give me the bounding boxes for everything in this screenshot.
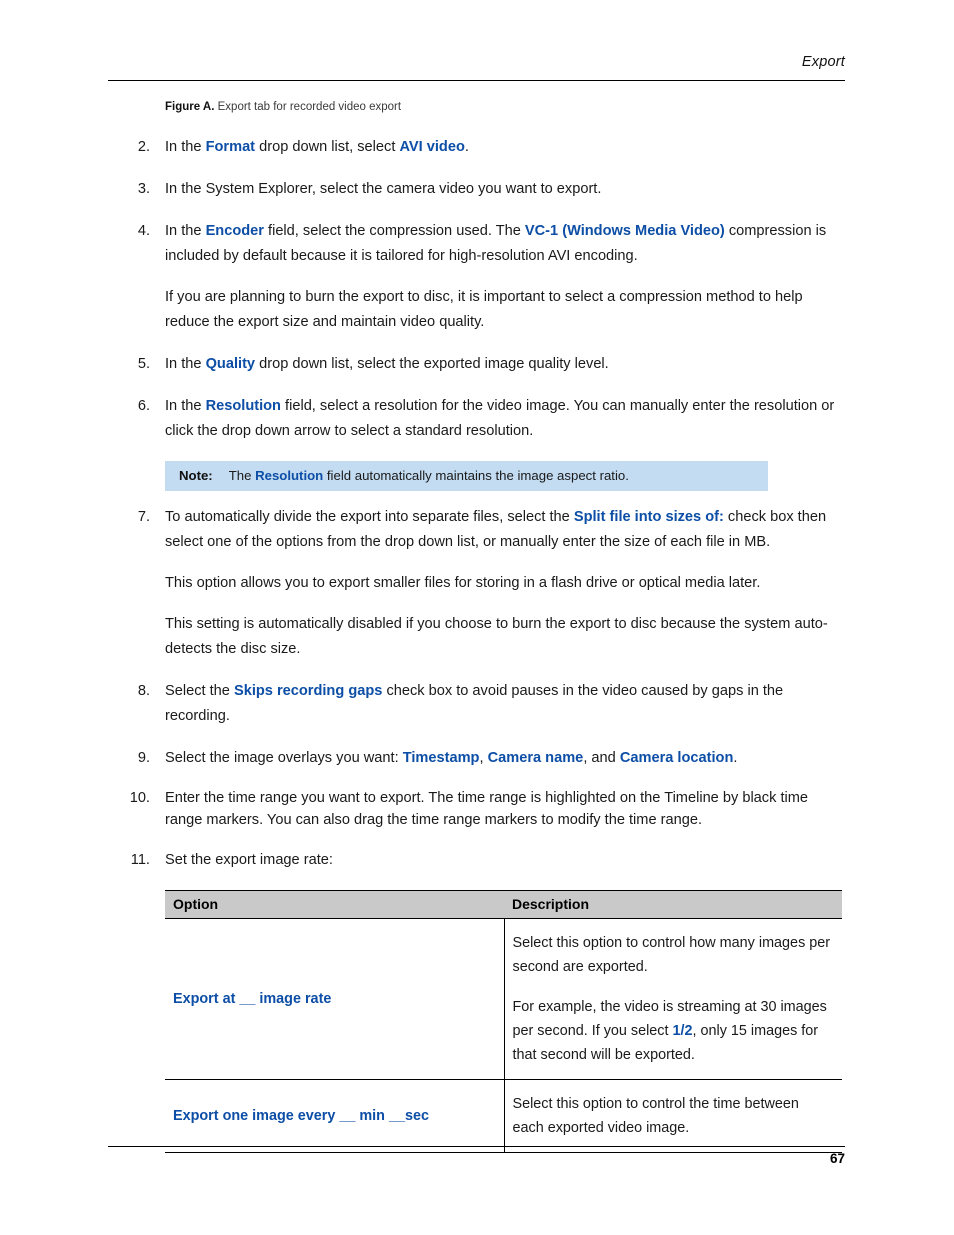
step-number: 9. (137, 750, 150, 766)
ui-term-format: Format (205, 139, 256, 155)
list-item-step-4: 4. In the Encoder field, select the comp… (108, 219, 845, 335)
step-text-part: Set the export image rate: (165, 852, 333, 868)
ui-term-quality: Quality (205, 356, 256, 372)
ui-term-resolution: Resolution (255, 468, 324, 483)
step-paragraph: To automatically divide the export into … (165, 505, 845, 555)
header-title: Export (801, 54, 845, 70)
step-text-part: To automatically divide the export into … (165, 509, 574, 525)
table-header-description: Description (504, 890, 842, 919)
ui-term-camera-name: Camera name (487, 750, 584, 766)
table-row: Export one image every __ min __sec Sele… (165, 1079, 842, 1153)
step-paragraph: This setting is automatically disabled i… (165, 616, 828, 657)
step-text-part: drop down list, select the exported imag… (255, 356, 609, 372)
ui-term-resolution: Resolution (205, 398, 281, 414)
step-paragraph: If you are planning to burn the export t… (165, 289, 803, 330)
ui-term-avi-video: AVI video (399, 139, 465, 155)
step-number: 5. (137, 356, 150, 372)
ui-term-split-file: Split file into sizes of: (573, 509, 724, 525)
step-number: 2. (137, 139, 150, 155)
header-rule (108, 80, 845, 81)
step-text-part: Select the (165, 683, 234, 699)
step-text-part: , (479, 750, 488, 766)
step-text-part: In the (165, 223, 206, 239)
ui-term-timestamp: Timestamp (402, 750, 480, 766)
list-item-step-6: 6. In the Resolution field, select a res… (108, 394, 845, 444)
page-content: Figure A. Export tab for recorded video … (108, 100, 845, 1153)
ui-term-skips-recording-gaps: Skips recording gaps (233, 683, 383, 699)
step-text-part: , and (583, 750, 620, 766)
table-cell-option: Export one image every __ min __sec (165, 1079, 505, 1153)
step-number: 8. (137, 683, 150, 699)
ui-term-vc1: VC-1 (Windows Media Video) (524, 223, 725, 239)
step-paragraph: In the Encoder field, select the compres… (165, 219, 845, 269)
figure-label: Figure A. (165, 101, 215, 113)
step-text-part: Select the image overlays you want: (165, 750, 403, 766)
table-cell-option: Export at __ image rate (165, 918, 505, 1080)
step-text-part: Enter the time range you want to export.… (165, 790, 809, 828)
figure-caption: Figure A. Export tab for recorded video … (165, 100, 845, 115)
step-text-part: field, select the compression used. The (263, 223, 525, 239)
page-footer: 67 (108, 1146, 845, 1186)
step-text-part: In the (165, 139, 206, 155)
figure-caption-text: Export tab for recorded video export (217, 101, 402, 113)
description-paragraph: Select this option to control how many i… (512, 935, 831, 975)
note-callout: Note: The Resolution field automatically … (165, 461, 768, 491)
footer-rule (108, 1146, 845, 1147)
step-number: 10. (129, 790, 150, 806)
step-number: 4. (137, 223, 150, 239)
list-item-step-2: 2. In the Format drop down list, select … (108, 135, 845, 160)
ui-term-one-half: 1/2 (672, 1023, 693, 1039)
procedure-list: 2. In the Format drop down list, select … (108, 135, 845, 873)
list-item-step-10: 10. Enter the time range you want to exp… (108, 788, 845, 831)
table-cell-description: Select this option to control how many i… (504, 918, 842, 1080)
step-text-part: In the System Explorer, select the camer… (165, 181, 602, 197)
list-item-step-3: 3. In the System Explorer, select the ca… (108, 177, 845, 202)
list-item-step-7: 7. To automatically divide the export in… (108, 505, 845, 662)
running-header: Export (108, 54, 845, 88)
document-page: Export Figure A. Export tab for recorded… (0, 0, 954, 1235)
table-cell-description: Select this option to control the time b… (504, 1080, 842, 1153)
table-header-option: Option (165, 890, 504, 919)
step-number: 7. (137, 509, 150, 525)
note-label: Note: (179, 468, 213, 483)
step-text-part: In the (165, 356, 206, 372)
ui-term-encoder: Encoder (205, 223, 264, 239)
step-number: 11. (130, 852, 150, 868)
list-item-step-9: 9. Select the image overlays you want: T… (108, 746, 845, 771)
step-text-part: . (733, 750, 738, 766)
description-paragraph: Select this option to control the time b… (512, 1096, 799, 1136)
page-number: 67 (829, 1151, 845, 1166)
step-text-part: drop down list, select (255, 139, 400, 155)
step-number: 6. (137, 398, 150, 414)
step-number: 3. (137, 181, 150, 197)
ui-term-camera-location: Camera location (619, 750, 734, 766)
list-item-step-11: 11. Set the export image rate: (108, 848, 845, 873)
note-text-part: field automatically maintains the image … (323, 468, 629, 483)
list-item-step-5: 5. In the Quality drop down list, select… (108, 352, 845, 377)
table-row: Export at __ image rate Select this opti… (165, 918, 842, 1080)
step-paragraph: This option allows you to export smaller… (165, 575, 761, 591)
description-paragraph: For example, the video is streaming at 3… (513, 995, 833, 1067)
step-text-part: . (464, 139, 469, 155)
list-item-step-8: 8. Select the Skips recording gaps check… (108, 679, 845, 729)
table-header-row: Option Description (165, 890, 842, 919)
note-text-part: The (228, 468, 256, 483)
image-rate-options-table: Option Description Export at __ image ra… (165, 890, 842, 1153)
step-text-part: In the (165, 398, 206, 414)
